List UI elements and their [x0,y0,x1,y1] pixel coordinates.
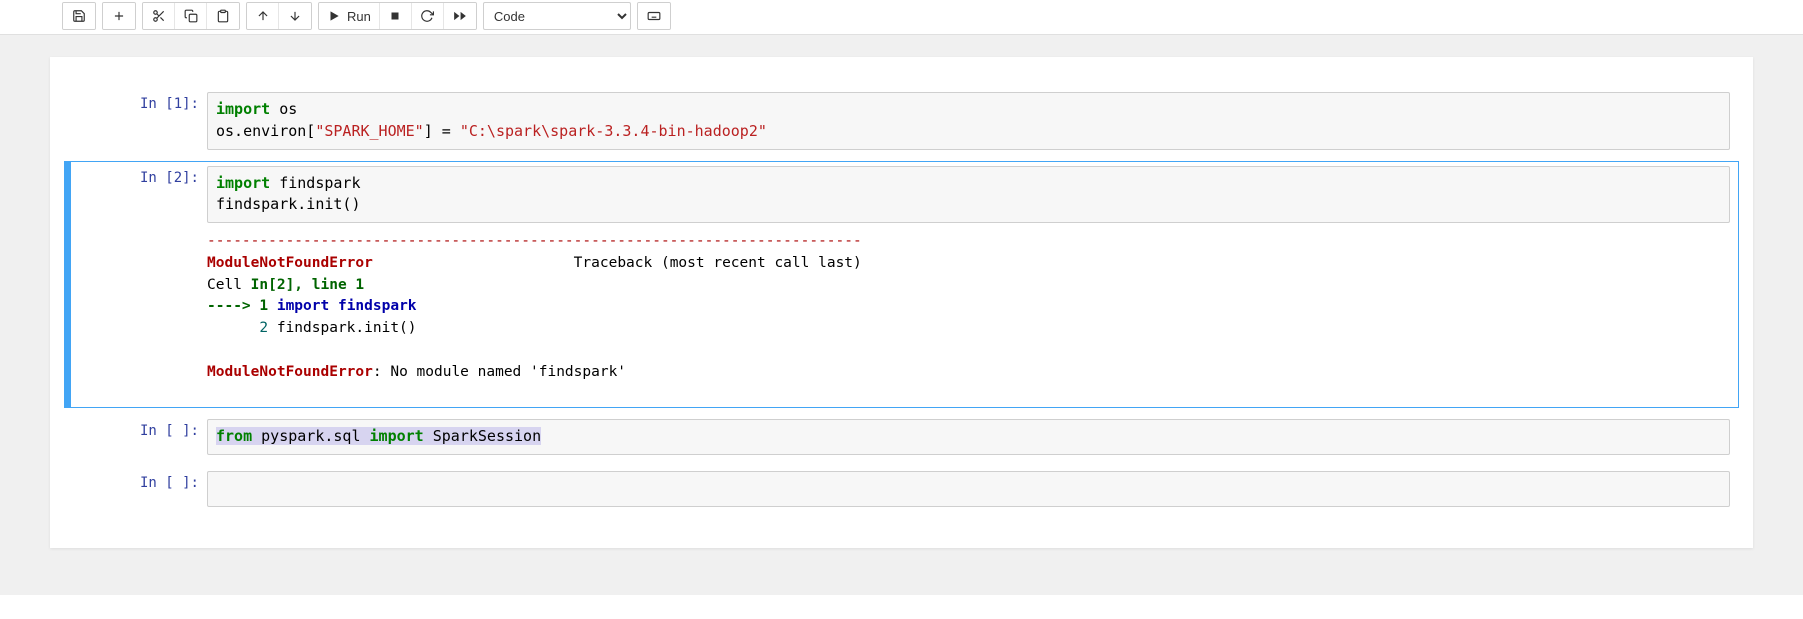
cell-prompt: In [ ]: [71,467,207,511]
insert-cell-button[interactable] [103,3,135,29]
save-icon [72,9,86,23]
play-icon [327,9,341,23]
copy-icon [184,9,198,23]
paste-icon [216,9,230,23]
notebook-container: In [1]: import os os.environ["SPARK_HOME… [50,57,1753,548]
run-label: Run [347,9,371,24]
arrow-up-icon [256,9,270,23]
cut-icon [152,9,166,23]
cell-prompt: In [2]: [71,162,207,408]
code-input[interactable]: from pyspark.sql import SparkSession [207,419,1730,455]
keyboard-icon [647,9,661,23]
paste-button[interactable] [207,3,239,29]
code-cell[interactable]: In [2]: import findspark findspark.init(… [64,161,1739,409]
refresh-icon [420,9,434,23]
code-cell[interactable]: In [ ]: [64,466,1739,512]
code-input[interactable]: import findspark findspark.init() [207,166,1730,224]
code-cell[interactable]: In [1]: import os os.environ["SPARK_HOME… [64,87,1739,155]
command-palette-button[interactable] [638,3,670,29]
move-up-button[interactable] [247,3,279,29]
stop-icon [388,9,402,23]
move-down-button[interactable] [279,3,311,29]
restart-button[interactable] [412,3,444,29]
save-button[interactable] [63,3,95,29]
copy-button[interactable] [175,3,207,29]
arrow-down-icon [288,9,302,23]
code-input[interactable] [207,471,1730,507]
cell-prompt: In [ ]: [71,415,207,459]
cut-button[interactable] [143,3,175,29]
cell-prompt: In [1]: [71,88,207,154]
fast-forward-icon [453,9,467,23]
cell-type-select[interactable]: Code [483,2,631,30]
code-cell[interactable]: In [ ]: from pyspark.sql import SparkSes… [64,414,1739,460]
run-button[interactable]: Run [319,3,380,29]
interrupt-button[interactable] [380,3,412,29]
code-input[interactable]: import os os.environ["SPARK_HOME"] = "C:… [207,92,1730,150]
restart-run-all-button[interactable] [444,3,476,29]
toolbar: Run Code [0,0,1803,35]
cell-output-error: ----------------------------------------… [207,223,1730,403]
page-background: In [1]: import os os.environ["SPARK_HOME… [0,35,1803,595]
plus-icon [112,9,126,23]
